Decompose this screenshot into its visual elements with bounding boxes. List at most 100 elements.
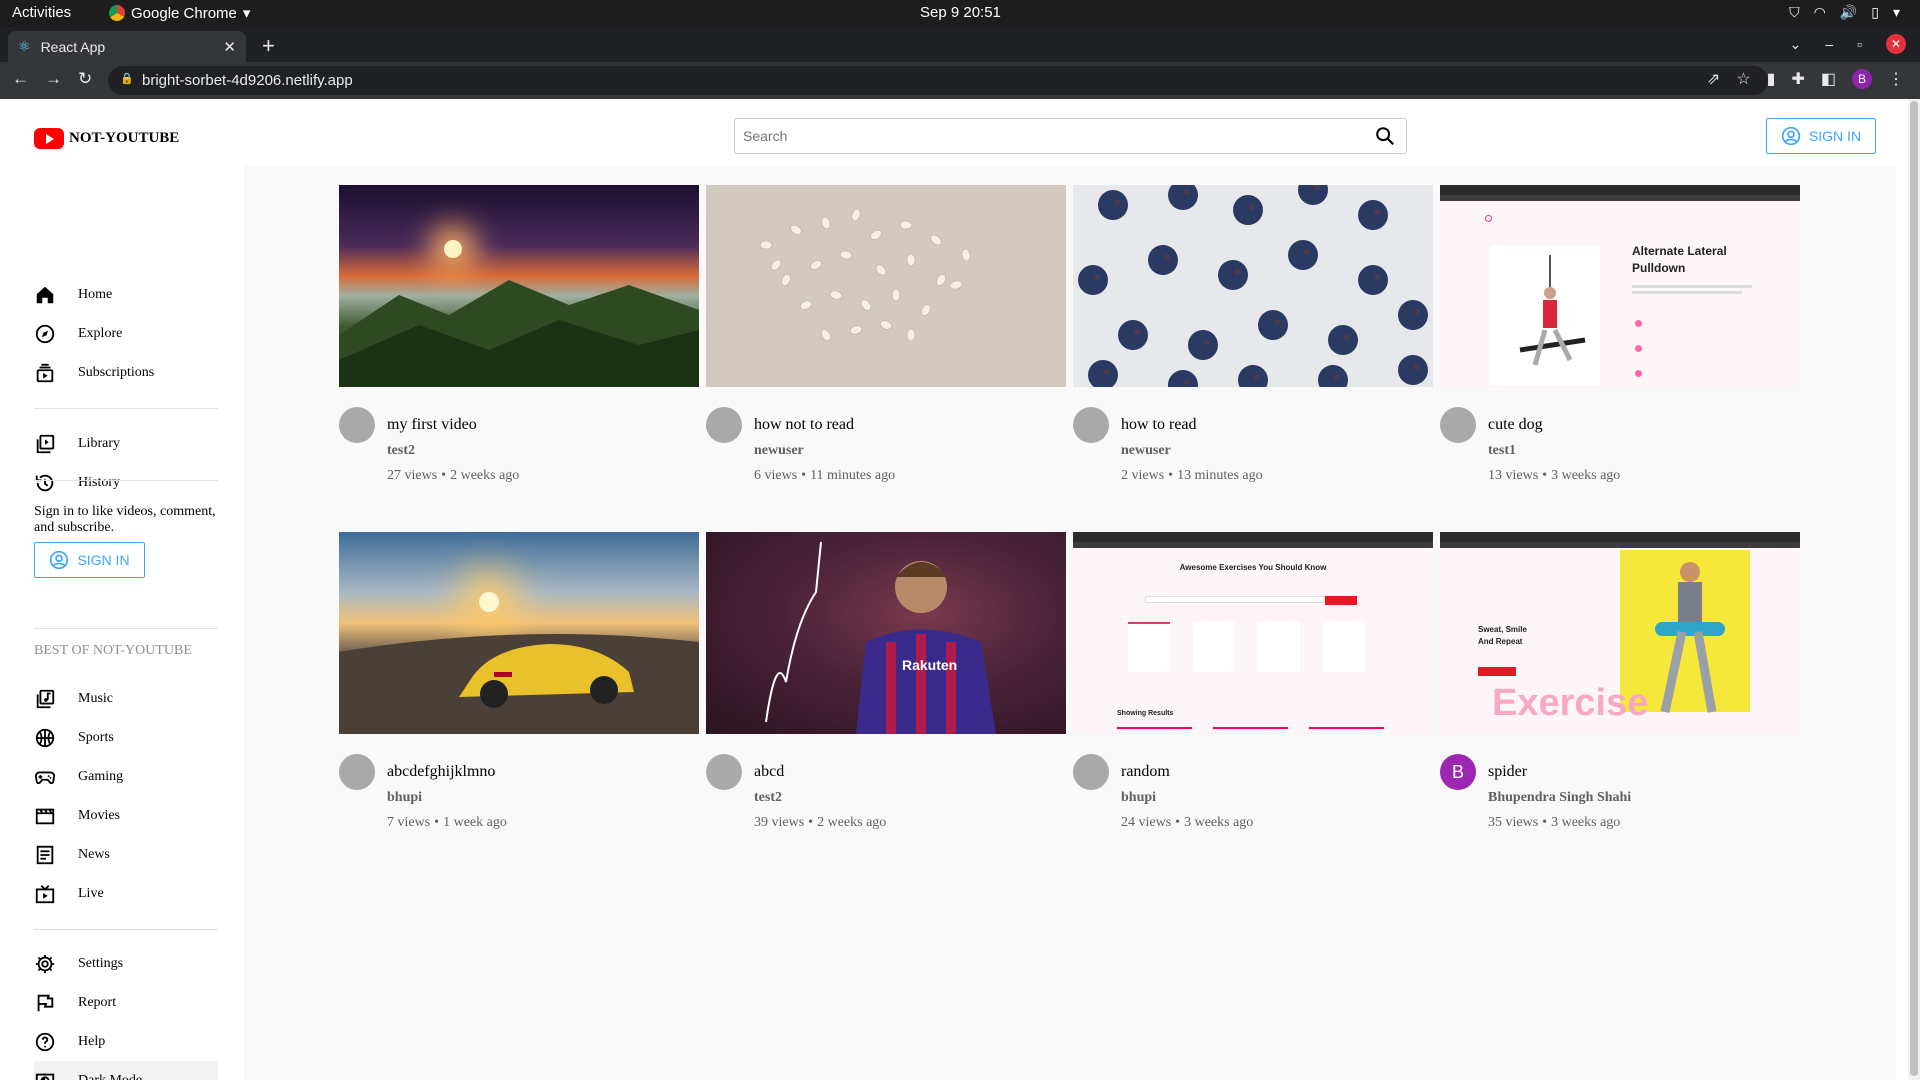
page-scrollbar[interactable] <box>1908 99 1920 1080</box>
channel-avatar[interactable] <box>1440 407 1476 443</box>
sidebar-item-news[interactable]: News <box>34 835 218 874</box>
thumb-caption: Sweat, Smile And Repeat <box>1478 625 1527 646</box>
lock-icon[interactable]: 🔒 <box>120 72 134 85</box>
video-thumbnail[interactable] <box>1073 185 1433 387</box>
sidebar-item-home[interactable]: Home <box>34 275 218 314</box>
header-sign-in-button[interactable]: SIGN IN <box>1766 118 1876 154</box>
chrome-icon <box>109 5 125 21</box>
window-close-button[interactable]: ✕ <box>1886 34 1906 54</box>
scrollbar-thumb[interactable] <box>1910 101 1918 1076</box>
puzzle-icon[interactable]: ✚ <box>1791 69 1804 89</box>
search-input[interactable] <box>735 119 1355 153</box>
video-title[interactable]: abcd <box>754 763 784 781</box>
video-card[interactable]: my first video test2 27 views • 2 weeks ago <box>339 185 699 497</box>
upload-age: 3 weeks ago <box>1184 815 1254 830</box>
sign-in-label: SIGN IN <box>1808 128 1862 144</box>
activities-button[interactable]: Activities <box>12 4 71 21</box>
view-count: 35 views <box>1488 815 1539 830</box>
bookmark-star-icon[interactable]: ☆ <box>1736 69 1750 89</box>
back-icon[interactable]: ← <box>12 69 29 89</box>
video-card[interactable]: Awesome Exercises You Should Know Showing… <box>1073 532 1433 844</box>
channel-avatar[interactable] <box>339 407 375 443</box>
video-card[interactable]: how to read newuser 2 views • 13 minutes ago <box>1073 185 1433 497</box>
video-card[interactable]: abcdefghijklmno bhupi 7 views • 1 week ago <box>339 532 699 844</box>
video-card[interactable]: Alternate Lateral Pulldown cute dog test1 1… <box>1440 185 1800 497</box>
channel-avatar[interactable] <box>339 754 375 790</box>
channel-avatar[interactable] <box>706 407 742 443</box>
sidebar-item-music[interactable]: Music <box>34 679 218 718</box>
video-title[interactable]: how to read <box>1121 416 1197 434</box>
system-tray[interactable]: ⛉ ◠ 🔊 ▯ ▾ <box>1789 4 1900 21</box>
browser-tab[interactable]: ⚛ React App ✕ <box>8 31 246 62</box>
channel-name[interactable]: bhupi <box>387 790 422 806</box>
video-thumbnail[interactable]: Alternate Lateral Pulldown <box>1440 185 1800 387</box>
upload-age: 1 week ago <box>443 815 507 830</box>
sidebar-item-dark-mode[interactable]: Dark Mode <box>34 1061 218 1080</box>
video-title[interactable]: spider <box>1488 763 1527 781</box>
video-title[interactable]: random <box>1121 763 1170 781</box>
video-title[interactable]: my first video <box>387 416 477 434</box>
sidebar-divider <box>34 929 218 930</box>
maximize-icon[interactable]: ▫ <box>1857 36 1862 52</box>
extension-icon[interactable]: ▮ <box>1767 69 1776 89</box>
site-logo[interactable]: NOT-YOUTUBE <box>34 128 179 149</box>
sidebar-item-movies[interactable]: Movies <box>34 796 218 835</box>
channel-avatar[interactable] <box>1073 754 1109 790</box>
video-card[interactable]: Sweat, Smile And Repeat Exercise Bspider Bhu… <box>1440 532 1800 844</box>
clock[interactable]: Sep 9 20:51 <box>920 4 1001 21</box>
close-tab-icon[interactable]: ✕ <box>223 38 236 56</box>
side-panel-icon[interactable]: ◧ <box>1821 69 1836 89</box>
video-thumbnail[interactable] <box>706 185 1066 387</box>
video-thumbnail[interactable]: Rakuten <box>706 532 1066 734</box>
sidebar-sign-in-button[interactable]: SIGN IN <box>34 542 145 578</box>
channel-avatar[interactable] <box>1073 407 1109 443</box>
search-icon[interactable] <box>1374 125 1396 152</box>
video-thumbnail[interactable] <box>339 185 699 387</box>
volume-icon: 🔊 <box>1839 4 1858 20</box>
sidebar-item-sports[interactable]: Sports <box>34 718 218 757</box>
sidebar-item-subscriptions[interactable]: Subscriptions <box>34 353 218 392</box>
sidebar-item-gaming[interactable]: Gaming <box>34 757 218 796</box>
more-menu-icon[interactable]: ⋮ <box>1888 69 1904 89</box>
new-tab-button[interactable]: + <box>262 33 275 59</box>
channel-name[interactable]: newuser <box>1121 443 1171 459</box>
channel-name[interactable]: test2 <box>754 790 782 806</box>
upload-age: 2 weeks ago <box>450 468 520 483</box>
sidebar-item-history[interactable]: History <box>34 463 218 502</box>
video-thumbnail[interactable]: Awesome Exercises You Should Know Showing… <box>1073 532 1433 734</box>
view-count: 2 views <box>1121 468 1165 483</box>
tab-search-icon[interactable]: ⌄ <box>1790 36 1802 53</box>
reload-icon[interactable]: ↻ <box>78 69 92 89</box>
share-icon[interactable]: ⇗ <box>1707 69 1720 89</box>
video-thumbnail[interactable] <box>339 532 699 734</box>
address-bar[interactable]: bright-sorbet-4d9206.netlify.app <box>108 66 1768 95</box>
channel-name[interactable]: test1 <box>1488 443 1516 459</box>
sidebar-item-settings[interactable]: Settings <box>34 944 218 983</box>
profile-avatar[interactable]: B <box>1852 69 1872 89</box>
video-card[interactable]: Rakuten abcd test2 39 views • 2 weeks ago <box>706 532 1066 844</box>
channel-name[interactable]: newuser <box>754 443 804 459</box>
video-title[interactable]: cute dog <box>1488 416 1543 434</box>
app-menu[interactable]: Google Chrome ▾ <box>109 4 250 22</box>
channel-avatar[interactable]: B <box>1440 754 1476 790</box>
wifi-icon: ◠ <box>1813 4 1826 20</box>
channel-name[interactable]: bhupi <box>1121 790 1156 806</box>
sidebar-item-explore[interactable]: Explore <box>34 314 218 353</box>
view-count: 13 views <box>1488 468 1539 483</box>
sidebar-item-report[interactable]: Report <box>34 983 218 1022</box>
video-thumbnail[interactable]: Sweat, Smile And Repeat Exercise <box>1440 532 1800 734</box>
view-count: 39 views <box>754 815 805 830</box>
minimize-icon[interactable]: – <box>1825 36 1833 52</box>
channel-name[interactable]: test2 <box>387 443 415 459</box>
forward-icon[interactable]: → <box>45 69 62 89</box>
channel-name[interactable]: Bhupendra Singh Shahi <box>1488 790 1631 806</box>
sidebar-item-library[interactable]: Library <box>34 424 218 463</box>
video-title[interactable]: abcdefghijklmno <box>387 763 495 781</box>
news-icon <box>34 844 56 866</box>
video-title[interactable]: how not to read <box>754 416 854 434</box>
channel-avatar[interactable] <box>706 754 742 790</box>
sidebar-item-help[interactable]: Help <box>34 1022 218 1061</box>
video-card[interactable]: how not to read newuser 6 views • 11 minutes… <box>706 185 1066 497</box>
youtube-logo-icon <box>34 128 64 149</box>
sidebar-item-live[interactable]: Live <box>34 874 218 913</box>
